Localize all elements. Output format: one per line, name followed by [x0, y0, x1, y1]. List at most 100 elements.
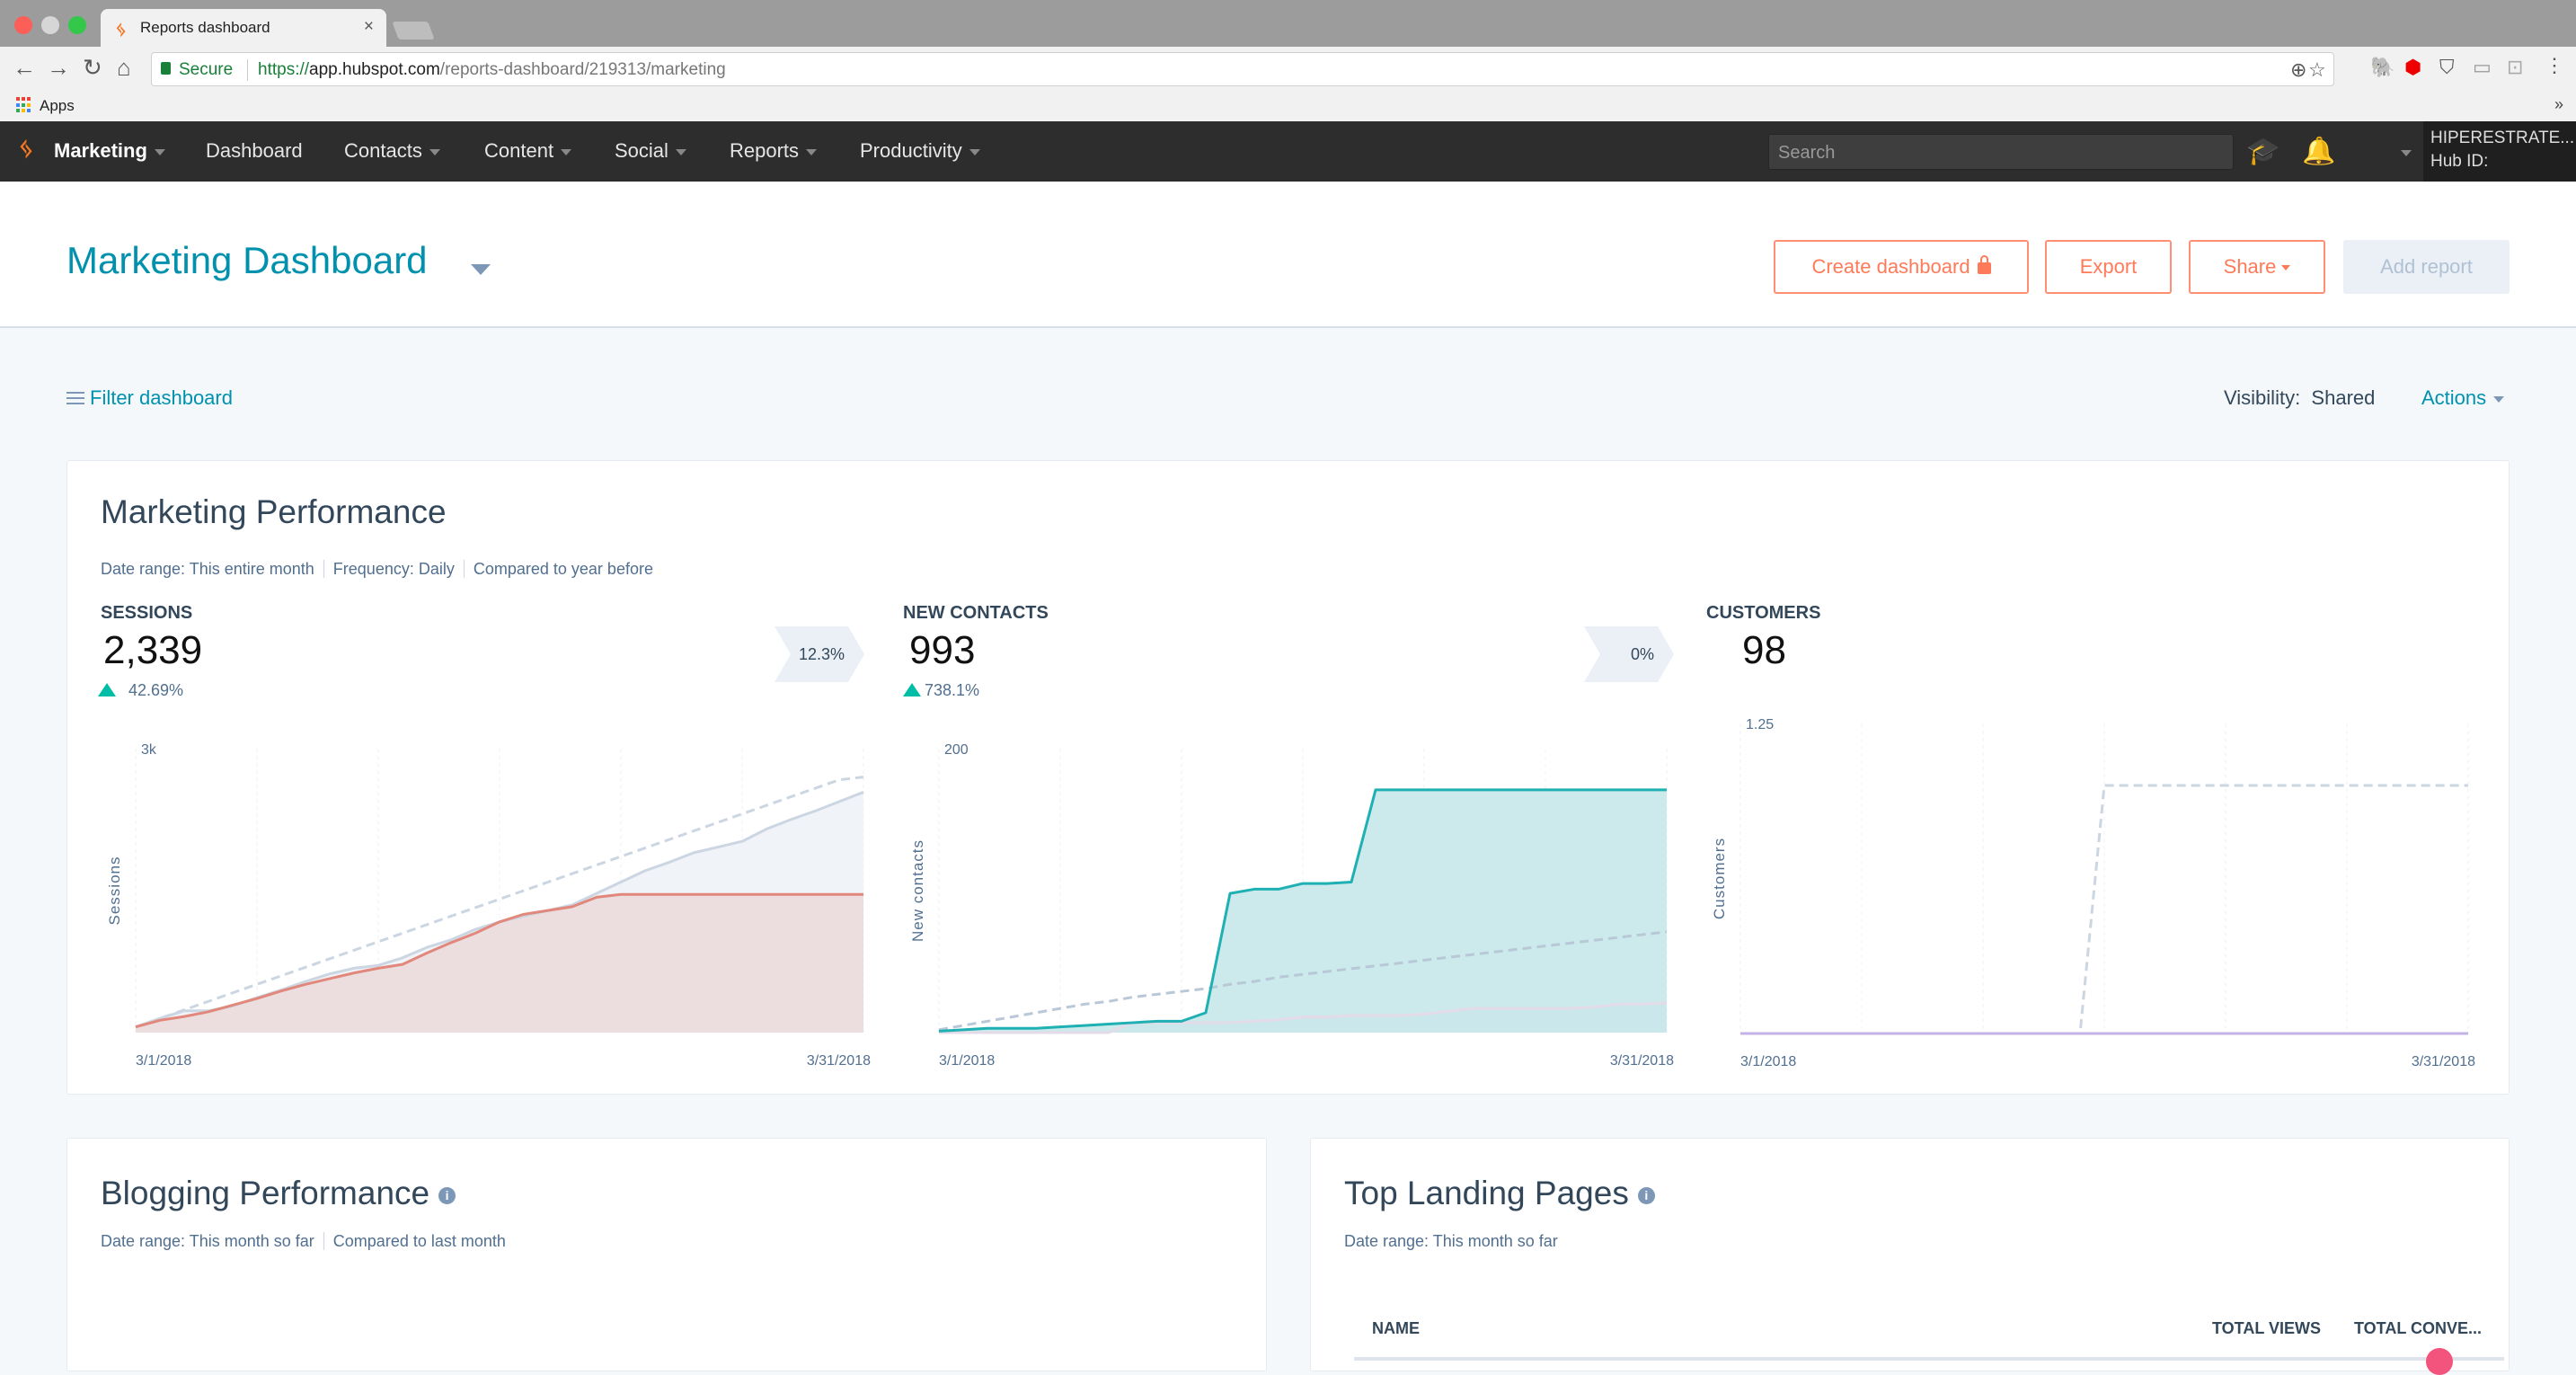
- series-area-current: [939, 789, 1667, 1033]
- hub-id-label: Hub ID:: [2430, 152, 2489, 171]
- search-input[interactable]: Search: [1768, 134, 2234, 170]
- url-path: /reports-dashboard/219313/marketing: [439, 60, 726, 79]
- visibility-label: Visibility:: [2224, 386, 2301, 409]
- academy-graduation-cap-icon[interactable]: 🎓: [2246, 136, 2279, 167]
- bookmark-star-icon[interactable]: ☆: [2308, 58, 2326, 82]
- url-text[interactable]: https://app.hubspot.com/reports-dashboar…: [258, 60, 726, 80]
- x-tick-label: 3/31/2018: [1610, 1053, 1674, 1069]
- x-tick-label: 3/1/2018: [136, 1053, 191, 1069]
- apps-grid-icon: [16, 97, 32, 113]
- minimize-window-button[interactable]: [41, 16, 59, 34]
- top-landing-pages-card: Top Landing Pages i Date range: This mont…: [1310, 1138, 2510, 1375]
- marketing-performance-charts: 3k Sessions 3/1/2018 3/31/2018 200 New conta…: [106, 717, 2475, 1069]
- url-bar[interactable]: Secure https://app.hubspot.com/reports-d…: [151, 52, 2334, 86]
- create-dashboard-label: Create dashboard: [1811, 255, 1970, 278]
- nav-social[interactable]: Social: [615, 139, 686, 163]
- nav-productivity[interactable]: Productivity: [860, 139, 980, 163]
- evernote-icon[interactable]: 🐘: [2370, 56, 2395, 79]
- secure-label: Secure: [179, 60, 234, 79]
- column-header-total-conversions[interactable]: TOTAL CONVE...: [2354, 1319, 2482, 1338]
- chevron-down-icon: [561, 148, 572, 155]
- maximize-window-button[interactable]: [68, 16, 86, 34]
- browser-tab-bar: ᛃ Reports dashboard ×: [0, 0, 2576, 47]
- filter-label: Filter dashboard: [90, 386, 233, 409]
- nav-content-label: Content: [484, 139, 554, 162]
- report-meta: Date range: This month so far: [1344, 1232, 1558, 1251]
- save-icon[interactable]: ⊡: [2507, 56, 2523, 79]
- chevron-down-icon: [154, 148, 165, 155]
- close-window-button[interactable]: [14, 16, 32, 34]
- blogging-performance-card: Blogging Performance i Date range: This m…: [66, 1138, 1267, 1371]
- url-separator: [247, 59, 248, 81]
- reload-icon[interactable]: ↻: [83, 54, 102, 82]
- share-button[interactable]: Share: [2189, 240, 2325, 294]
- lock-icon: [1977, 255, 1991, 274]
- tab-close-icon[interactable]: ×: [364, 17, 374, 37]
- back-icon[interactable]: ←: [13, 54, 36, 82]
- hubspot-favicon-icon: ᛃ: [115, 18, 128, 40]
- apps-bookmark[interactable]: Apps: [40, 97, 75, 115]
- nav-reports[interactable]: Reports: [730, 139, 818, 163]
- nav-social-label: Social: [615, 139, 668, 162]
- pocket-icon[interactable]: ⛉: [2439, 56, 2455, 79]
- series-line-goal: [1740, 784, 2468, 1035]
- create-dashboard-button[interactable]: Create dashboard: [1774, 240, 2029, 294]
- report-meta: Date range: This month so far Compared to…: [101, 1232, 506, 1251]
- info-icon[interactable]: i: [438, 1186, 456, 1204]
- chat-bubble-icon[interactable]: [2426, 1348, 2453, 1375]
- nav-contacts[interactable]: Contacts: [344, 139, 440, 163]
- browser-tab[interactable]: ᛃ Reports dashboard ×: [101, 9, 386, 47]
- browser-menu-icon[interactable]: ⋮: [2545, 54, 2564, 77]
- chevron-down-icon: [806, 148, 818, 155]
- nav-contacts-label: Contacts: [344, 139, 422, 162]
- meta-date-range: Date range: This month so far: [1344, 1232, 1558, 1250]
- adblock-icon[interactable]: ⬢: [2404, 56, 2421, 79]
- url-protocol: https://: [258, 60, 310, 79]
- nav-dashboard[interactable]: Dashboard: [206, 139, 303, 163]
- hubspot-logo-icon[interactable]: ᛃ: [18, 134, 34, 164]
- share-label: Share: [2223, 255, 2277, 278]
- nav-reports-label: Reports: [730, 139, 800, 162]
- y-tick-label: 3k: [141, 742, 157, 758]
- customers-chart: 1.25 Customers 3/1/2018 3/31/2018: [1711, 717, 2475, 1069]
- meta-date-range: Date range: This month so far: [101, 1232, 314, 1250]
- actions-label: Actions: [2421, 386, 2487, 409]
- nav-marketing[interactable]: Marketing: [54, 139, 165, 163]
- card-title: Blogging Performance i: [101, 1175, 456, 1212]
- x-tick-label: 3/31/2018: [2412, 1054, 2475, 1069]
- x-tick-label: 3/1/2018: [939, 1053, 995, 1069]
- meta-comparison: Compared to last month: [323, 1232, 506, 1250]
- filter-sliders-icon: [66, 391, 84, 405]
- chevron-down-icon: [2281, 265, 2291, 271]
- column-header-total-views[interactable]: TOTAL VIEWS: [2212, 1319, 2321, 1338]
- nav-marketing-label: Marketing: [54, 139, 147, 162]
- card-title: Top Landing Pages i: [1344, 1175, 1655, 1212]
- chevron-down-icon: [2493, 395, 2505, 403]
- screen-icon[interactable]: ▭: [2473, 56, 2492, 79]
- export-button[interactable]: Export: [2045, 240, 2172, 294]
- account-menu[interactable]: HIPERESTRATE... Hub ID:: [2423, 121, 2576, 182]
- column-header-name[interactable]: NAME: [1372, 1319, 1420, 1338]
- bookmarks-overflow-icon[interactable]: »: [2554, 95, 2563, 114]
- actions-dropdown[interactable]: Actions: [2421, 386, 2505, 410]
- new-tab-button[interactable]: [392, 22, 435, 40]
- dashboard-header: Marketing Dashboard Create dashboard Exp…: [0, 182, 2576, 328]
- url-host: app.hubspot.com: [309, 60, 440, 79]
- notifications-bell-icon[interactable]: 🔔: [2302, 136, 2335, 167]
- nav-content[interactable]: Content: [484, 139, 572, 163]
- chevron-down-icon: [675, 148, 686, 155]
- add-report-button[interactable]: Add report: [2343, 240, 2510, 294]
- y-axis-label: Sessions: [106, 856, 123, 926]
- account-chevron-down-icon[interactable]: [2401, 150, 2412, 156]
- y-axis-label: New contacts: [909, 839, 926, 942]
- home-icon[interactable]: ⌂: [117, 54, 131, 82]
- sessions-chart: 3k Sessions 3/1/2018 3/31/2018: [106, 742, 871, 1069]
- zoom-icon[interactable]: ⊕: [2290, 58, 2306, 82]
- filter-dashboard-link[interactable]: Filter dashboard: [66, 386, 233, 410]
- visibility-value: Shared: [2311, 386, 2376, 409]
- dashboard-title[interactable]: Marketing Dashboard: [66, 239, 428, 282]
- dashboard-switcher-chevron-icon[interactable]: [471, 264, 491, 275]
- forward-icon[interactable]: →: [47, 54, 70, 82]
- info-icon[interactable]: i: [1637, 1186, 1655, 1204]
- x-tick-label: 3/1/2018: [1740, 1054, 1796, 1069]
